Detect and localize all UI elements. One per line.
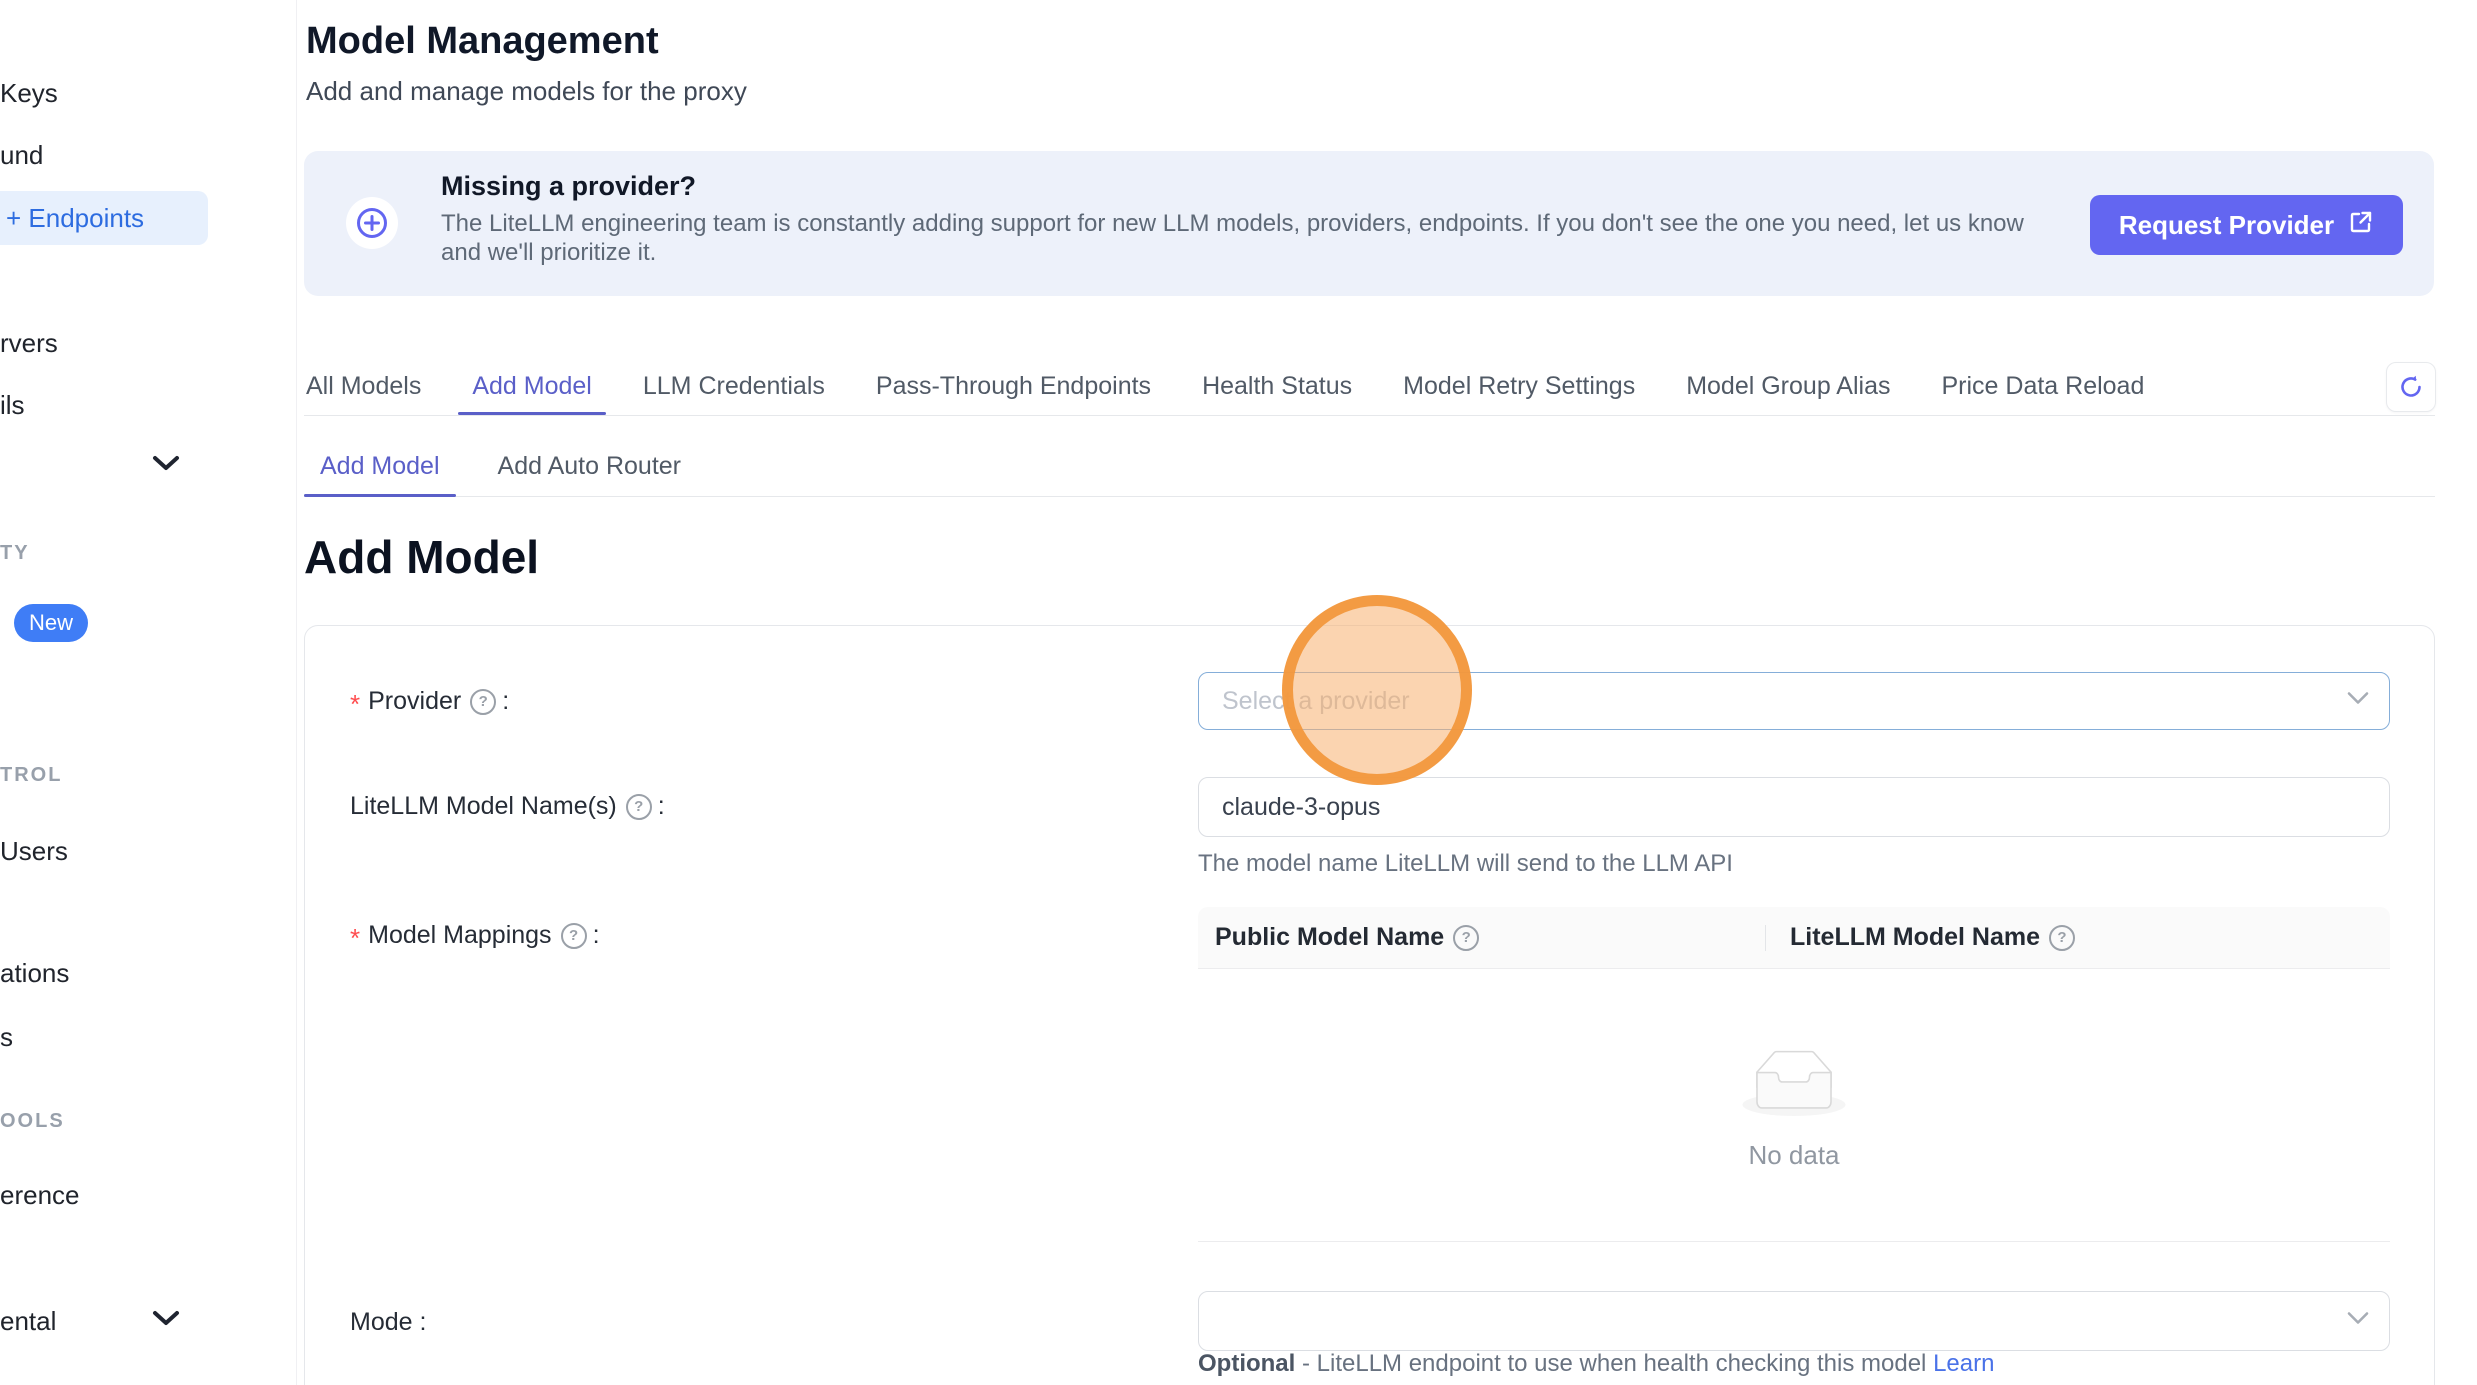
label-colon: :	[658, 792, 665, 821]
refresh-button[interactable]	[2386, 362, 2436, 412]
main-tabs: All Models Add Model LLM Credentials Pas…	[306, 372, 2144, 415]
label-colon: :	[420, 1308, 427, 1337]
plus-circle-icon	[346, 197, 398, 249]
refresh-icon	[2397, 373, 2425, 401]
learn-link[interactable]: Learn	[1933, 1350, 1994, 1377]
tab-pass-through-endpoints[interactable]: Pass-Through Endpoints	[876, 372, 1151, 415]
provider-select[interactable]: Select a provider	[1198, 672, 2390, 730]
external-link-icon	[2348, 209, 2374, 242]
mode-label: Mode :	[350, 1308, 427, 1337]
empty-inbox-icon	[1743, 1050, 1846, 1121]
tab-llm-credentials[interactable]: LLM Credentials	[643, 372, 825, 415]
provider-placeholder: Select a provider	[1222, 687, 1410, 716]
label-colon: :	[593, 921, 600, 950]
help-icon[interactable]: ?	[1453, 925, 1479, 951]
help-icon[interactable]: ?	[626, 794, 652, 820]
request-provider-label: Request Provider	[2119, 210, 2334, 241]
mode-helper: Optional - LiteLLM endpoint to use when …	[1198, 1350, 1994, 1378]
provider-label: * Provider ? :	[350, 686, 509, 717]
sidebar-item-keys[interactable]: Keys	[0, 78, 58, 109]
tab-add-model[interactable]: Add Model	[472, 372, 592, 415]
tab-model-retry-settings[interactable]: Model Retry Settings	[1403, 372, 1635, 415]
missing-provider-banner: Missing a provider? The LiteLLM engineer…	[304, 151, 2434, 296]
column-header-label: LiteLLM Model Name	[1790, 923, 2040, 952]
tab-health-status[interactable]: Health Status	[1202, 372, 1352, 415]
model-mappings-label-text: Model Mappings	[368, 921, 551, 950]
subtab-add-auto-router[interactable]: Add Auto Router	[482, 452, 697, 497]
tab-all-models[interactable]: All Models	[306, 372, 421, 415]
provider-label-text: Provider	[368, 687, 461, 716]
sidebar-item-playground[interactable]: und	[0, 140, 43, 171]
banner-title: Missing a provider?	[441, 171, 696, 202]
no-data-text: No data	[1198, 1140, 2390, 1171]
column-header-public-model-name: Public Model Name ?	[1198, 923, 1765, 952]
sub-tabs: Add Model Add Auto Router	[304, 452, 697, 497]
form-heading: Add Model	[304, 530, 539, 584]
model-name-label-text: LiteLLM Model Name(s)	[350, 792, 617, 821]
model-mappings-label: * Model Mappings ? :	[350, 920, 600, 951]
required-mark: *	[350, 689, 360, 720]
chevron-down-icon[interactable]	[152, 1310, 174, 1324]
chevron-down-icon[interactable]	[152, 455, 174, 469]
sidebar-section-label: OOLS	[0, 1110, 65, 1133]
sidebar-section-label: TROL	[0, 764, 62, 787]
sidebar-item-servers[interactable]: rvers	[0, 328, 58, 359]
new-badge: New	[14, 604, 88, 642]
sidebar-section-label: TY	[0, 542, 30, 565]
help-icon[interactable]: ?	[561, 923, 587, 949]
sidebar-item-rails[interactable]: ils	[0, 390, 25, 421]
model-name-input[interactable]	[1198, 777, 2390, 837]
subtab-add-model[interactable]: Add Model	[304, 452, 456, 497]
mappings-table-header: Public Model Name ? LiteLLM Model Name ?	[1198, 907, 2390, 969]
column-header-litellm-model-name: LiteLLM Model Name ?	[1765, 923, 2081, 952]
sidebar-item-teams[interactable]: s	[0, 1022, 13, 1053]
page-subtitle: Add and manage models for the proxy	[306, 76, 747, 107]
sidebar-item-users[interactable]: Users	[0, 836, 68, 867]
mode-select[interactable]	[1198, 1291, 2390, 1351]
sidebar-item-reference[interactable]: erence	[0, 1180, 80, 1211]
sidebar-item-experimental[interactable]: ental	[0, 1306, 56, 1337]
sidebar-item-label: + Endpoints	[6, 203, 144, 234]
label-colon: :	[502, 687, 509, 716]
sidebar-item-models-endpoints[interactable]: + Endpoints	[0, 191, 208, 245]
banner-body: The LiteLLM engineering team is constant…	[441, 209, 2039, 267]
sidebar: Keys und + Endpoints rvers ils TY New TR…	[0, 0, 297, 1385]
chevron-down-icon	[2347, 1312, 2369, 1331]
model-management-page: Keys und + Endpoints rvers ils TY New TR…	[0, 0, 2477, 1385]
request-provider-button[interactable]: Request Provider	[2090, 195, 2403, 255]
mappings-table-body: No data	[1198, 969, 2390, 1242]
sidebar-item-organizations[interactable]: ations	[0, 958, 69, 989]
mode-helper-bold: Optional	[1198, 1350, 1295, 1377]
model-name-label: LiteLLM Model Name(s) ? :	[350, 792, 665, 821]
column-divider	[1765, 925, 1766, 951]
tabbar-divider	[304, 415, 2435, 416]
chevron-down-icon	[2347, 692, 2369, 711]
help-icon[interactable]: ?	[470, 689, 496, 715]
tab-model-group-alias[interactable]: Model Group Alias	[1686, 372, 1890, 415]
required-mark: *	[350, 923, 360, 954]
model-name-helper: The model name LiteLLM will send to the …	[1198, 850, 1733, 878]
help-icon[interactable]: ?	[2049, 925, 2075, 951]
column-header-label: Public Model Name	[1215, 923, 1444, 952]
mode-helper-text: - LiteLLM endpoint to use when health ch…	[1302, 1350, 1926, 1377]
page-title: Model Management	[306, 20, 659, 63]
mode-label-text: Mode	[350, 1308, 413, 1337]
tab-price-data-reload[interactable]: Price Data Reload	[1941, 372, 2144, 415]
